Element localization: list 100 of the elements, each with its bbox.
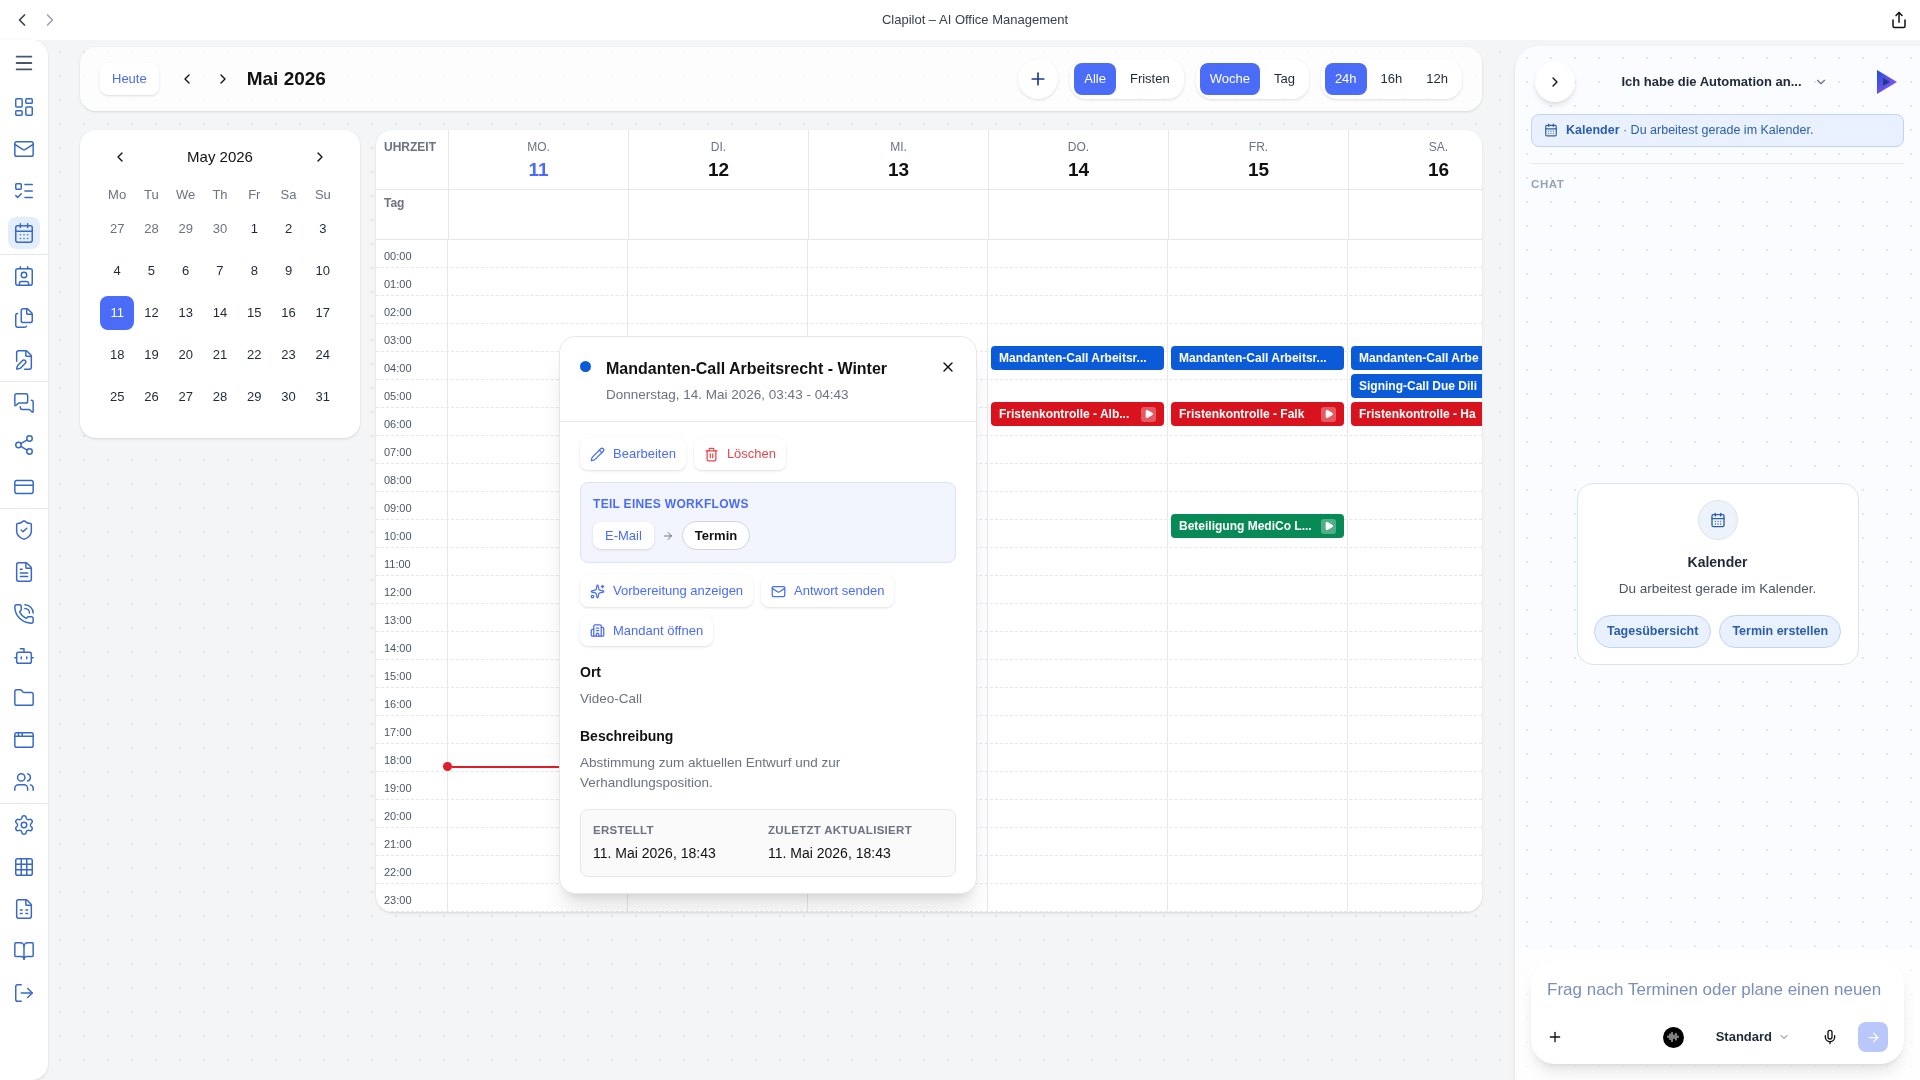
calendar-day[interactable]: 28 <box>203 380 237 414</box>
calendar-day[interactable]: 10 <box>305 254 340 288</box>
calendar-day[interactable]: 20 <box>168 338 203 372</box>
calendar-icon <box>1697 500 1738 540</box>
calendar-day[interactable]: 12 <box>134 296 169 330</box>
segment-tab[interactable]: 24h <box>1324 63 1367 95</box>
add-icon[interactable] <box>1547 1029 1563 1045</box>
calendar-day[interactable]: 26 <box>134 380 169 414</box>
calendar-event[interactable]: Fristenkontrolle - Alb... <box>991 402 1164 426</box>
calendar-day[interactable]: 1 <box>237 212 272 246</box>
mode-selector[interactable]: Standard <box>1715 1027 1790 1047</box>
calendar-event[interactable]: Mandanten-Call Arbeitsr... <box>1171 346 1344 370</box>
calendar-day[interactable]: 14 <box>203 296 237 330</box>
calendar-event[interactable]: Beteiligung MediCo L... <box>1171 514 1344 538</box>
add-button[interactable] <box>1018 59 1059 99</box>
calendar-day[interactable]: 11 <box>100 296 135 330</box>
arrow-icon <box>661 529 674 542</box>
calendar-day[interactable]: 18 <box>100 338 135 372</box>
weekday-name: SA. <box>1428 139 1449 156</box>
segment-tab[interactable]: 12h <box>1416 63 1458 95</box>
calendar-day[interactable]: 22 <box>237 338 272 372</box>
today-button[interactable]: Heute <box>100 63 159 95</box>
segment-tab[interactable]: 16h <box>1370 63 1413 95</box>
calendar-day[interactable]: 9 <box>271 254 306 288</box>
calendar-day[interactable]: 16 <box>271 296 306 330</box>
workflow-heading: TEIL EINES WORKFLOWS <box>593 496 749 511</box>
calendar-icon[interactable] <box>8 217 40 249</box>
weekday-label: Fr <box>247 185 262 204</box>
action-link[interactable]: Antwort senden <box>761 575 895 607</box>
calendar-day[interactable]: 5 <box>134 254 169 288</box>
calendar-day[interactable]: 27 <box>100 212 135 246</box>
hour-label: 14:00 <box>384 642 412 654</box>
segment-tab[interactable]: Alle <box>1074 63 1116 95</box>
calendar-day[interactable]: 7 <box>203 254 237 288</box>
calendar-day[interactable]: 27 <box>168 380 203 414</box>
action-link[interactable]: Mandant öffnen <box>580 614 714 647</box>
day-number[interactable]: 16 <box>1427 156 1450 185</box>
calendar-day[interactable]: 24 <box>305 338 340 372</box>
workflow-step[interactable]: Termin <box>681 520 751 551</box>
day-number[interactable]: 14 <box>1067 156 1090 185</box>
microphone-icon[interactable] <box>1822 1029 1838 1045</box>
calendar-day[interactable]: 17 <box>305 296 340 330</box>
card-title: Kalender <box>1687 553 1748 572</box>
sparkles-icon <box>590 583 605 599</box>
hour-label: 06:00 <box>384 418 412 430</box>
hour-label: 13:00 <box>384 614 412 626</box>
calendar-day[interactable]: 29 <box>168 212 203 246</box>
hour-label: 15:00 <box>384 670 412 682</box>
edit-button[interactable]: Bearbeiten <box>580 438 686 470</box>
hour-label: 02:00 <box>384 306 412 318</box>
day-number[interactable]: 13 <box>887 156 910 185</box>
calendar-day[interactable]: 30 <box>271 380 306 414</box>
weekday-label: Tu <box>143 185 160 204</box>
workflow-step[interactable]: E-Mail <box>593 521 654 550</box>
calendar-day[interactable]: 3 <box>305 212 340 246</box>
calendar-day[interactable]: 15 <box>237 296 272 330</box>
pencil-icon <box>590 446 605 462</box>
hour-label: 04:00 <box>384 362 412 374</box>
share-icon[interactable] <box>1890 11 1908 29</box>
weekday-name: DO. <box>1067 139 1090 156</box>
conversation-selector[interactable]: Ich habe die Automation an... <box>1621 72 1828 92</box>
calendar-day[interactable]: 29 <box>237 380 272 414</box>
calendar-day[interactable]: 6 <box>168 254 203 288</box>
delete-button[interactable]: Löschen <box>693 438 787 470</box>
calendar-event[interactable]: Mandanten-Call Arbeitsr... <box>991 346 1164 370</box>
calendar-day[interactable]: 25 <box>100 380 135 414</box>
calendar-day[interactable]: 21 <box>203 338 237 372</box>
meta-label: ZULETZT AKTUALISIERT <box>768 823 913 838</box>
action-link[interactable]: Vorbereitung anzeigen <box>580 575 754 607</box>
calendar-day[interactable]: 28 <box>134 212 169 246</box>
weekday-name: FR. <box>1248 139 1269 156</box>
building-icon <box>590 623 605 638</box>
segment-tab[interactable]: Fristen <box>1119 63 1180 95</box>
calendar-day[interactable]: 2 <box>271 212 306 246</box>
calendar-event[interactable]: Mandanten-Call Arbe <box>1351 346 1482 370</box>
message-field[interactable]: Frag nach Terminen oder plane einen neuen <box>1547 976 1888 1002</box>
segment-tab[interactable]: Tag <box>1263 63 1305 95</box>
calendar-event[interactable]: Fristenkontrolle - Ha <box>1351 402 1482 426</box>
voice-icon[interactable] <box>1662 1026 1684 1048</box>
suggestion-chip[interactable]: Termin erstellen <box>1719 615 1842 648</box>
calendar-day[interactable]: 19 <box>134 338 169 372</box>
segment-tab[interactable]: Woche <box>1199 63 1260 95</box>
calendar-day[interactable]: 31 <box>305 380 340 414</box>
play-icon <box>1141 406 1156 422</box>
day-number[interactable]: 12 <box>707 156 730 185</box>
calendar-day[interactable]: 4 <box>100 254 135 288</box>
calendar-day[interactable]: 30 <box>203 212 237 246</box>
hour-label: 08:00 <box>384 474 412 486</box>
calendar-event[interactable]: Fristenkontrolle - Falk <box>1171 402 1344 426</box>
day-number[interactable]: 11 <box>528 156 549 185</box>
calendar-day[interactable]: 13 <box>168 296 203 330</box>
calendar-day[interactable]: 23 <box>271 338 306 372</box>
suggestion-chip[interactable]: Tagesübersicht <box>1593 615 1712 648</box>
chat-input[interactable]: Frag nach Terminen oder plane einen neuen Standard <box>1531 960 1904 1064</box>
weekday-name: MO. <box>527 139 550 156</box>
window-title: Clapilot – AI Office Management <box>881 11 1069 30</box>
all-day-label: Tag <box>383 195 406 212</box>
calendar-day[interactable]: 8 <box>237 254 272 288</box>
calendar-event[interactable]: Signing-Call Due Dili <box>1351 374 1482 398</box>
day-number[interactable]: 15 <box>1247 156 1270 185</box>
